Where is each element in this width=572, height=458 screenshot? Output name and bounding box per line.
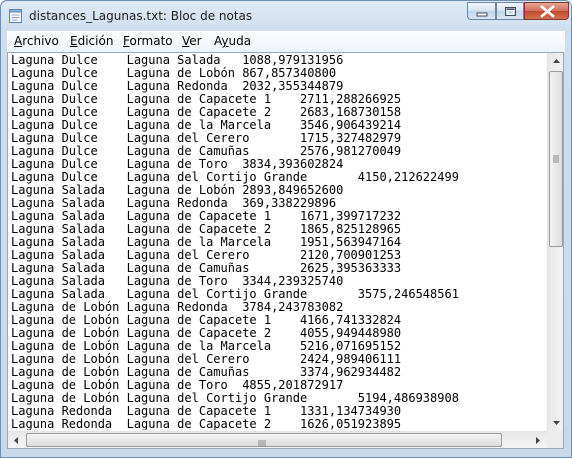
scroll-left-button[interactable]: [8, 432, 25, 448]
notepad-icon[interactable]: [9, 8, 22, 23]
window-title: distances_Lagunas.txt: Bloc de notas: [29, 9, 253, 23]
menu-bar: Archivo Edición Formato Ver Ayuda: [7, 31, 565, 52]
menu-ver[interactable]: Ver: [182, 34, 202, 48]
grip-icon: [553, 155, 559, 163]
menu-edicion-accel: E: [70, 34, 78, 48]
horizontal-scroll-thumb[interactable]: [26, 433, 502, 447]
menu-ayuda[interactable]: Ayuda: [214, 34, 251, 48]
horizontal-scrollbar[interactable]: [8, 431, 547, 448]
menu-ayuda-label: uda: [228, 34, 252, 48]
chevron-down-icon: [553, 421, 560, 425]
chevron-left-icon: [14, 437, 18, 444]
minimize-icon: [476, 12, 488, 17]
notepad-window: distances_Lagunas.txt: Bloc de notas Arc…: [0, 0, 572, 458]
title-bar[interactable]: distances_Lagunas.txt: Bloc de notas: [1, 1, 571, 31]
menu-archivo-label: rchivo: [22, 34, 59, 48]
chevron-up-icon: [553, 59, 560, 63]
scrollbar-corner: [547, 431, 563, 448]
scroll-right-button[interactable]: [529, 432, 546, 448]
menu-ayuda-accel: y: [221, 34, 229, 48]
text-editor[interactable]: Laguna Dulce Laguna Salada 1088,97913195…: [7, 52, 564, 449]
menu-archivo-accel: A: [14, 34, 23, 48]
text-content[interactable]: Laguna Dulce Laguna Salada 1088,97913195…: [11, 54, 546, 430]
text-line: Laguna Redonda Laguna de Capacete 2 1626…: [11, 417, 402, 431]
menu-edicion-label: dición: [77, 34, 114, 48]
close-button[interactable]: [524, 2, 569, 20]
menu-ver-label: er: [189, 34, 202, 48]
menu-archivo[interactable]: Archivo: [14, 34, 59, 48]
menu-formato-label: ormato: [129, 34, 173, 48]
scroll-up-button[interactable]: [548, 53, 563, 70]
chevron-right-icon: [536, 437, 540, 444]
close-icon: [540, 5, 555, 18]
menu-edicion[interactable]: Edición: [70, 34, 113, 48]
menu-formato[interactable]: Formato: [123, 34, 173, 48]
maximize-button[interactable]: [496, 2, 524, 20]
vertical-scroll-thumb[interactable]: [549, 71, 563, 247]
grip-icon: [258, 440, 266, 446]
minimize-button[interactable]: [467, 2, 496, 20]
vertical-scrollbar[interactable]: [547, 53, 563, 431]
scroll-down-button[interactable]: [548, 414, 563, 431]
maximize-icon: [505, 7, 516, 16]
